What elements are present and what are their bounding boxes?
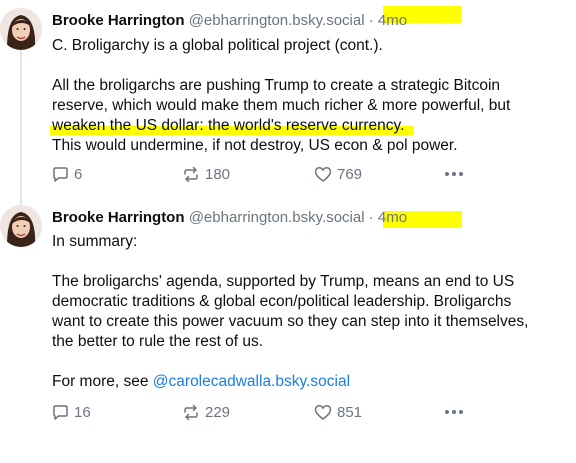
display-name[interactable]: Brooke Harrington [52, 12, 185, 29]
more-options-button[interactable] [444, 163, 464, 185]
more-dots-icon [445, 410, 463, 414]
text-line: reserve, which would make them much rich… [52, 97, 511, 114]
more-options-button[interactable] [444, 401, 464, 423]
repost-count: 180 [205, 165, 231, 183]
reply-count: 16 [74, 403, 91, 421]
repost-arrows-icon [184, 404, 198, 420]
text-line: democratic traditions & global econ/poli… [52, 293, 512, 310]
speech-bubble-icon [53, 404, 68, 420]
reply-count: 6 [74, 165, 83, 183]
mention-link[interactable]: @carolecadwalla.bsky.social [153, 373, 350, 390]
post-text: C. Broligarchy is a global political pro… [50, 36, 562, 156]
post-header: Brooke Harrington @ebharrington.bsky.soc… [52, 10, 562, 32]
like-count: 851 [337, 403, 363, 421]
text-line: This would undermine, if not destroy, US… [52, 137, 458, 154]
text-line: want to create this power vacuum so they… [52, 313, 529, 330]
text-line: the better to rule the rest of us. [52, 333, 264, 350]
separator: · [368, 12, 374, 29]
repost-button[interactable]: 180 [182, 163, 230, 185]
repost-count: 229 [205, 403, 231, 421]
thread-connector-line [20, 50, 22, 206]
reply-button[interactable]: 6 [52, 163, 82, 185]
like-button[interactable]: 851 [314, 401, 362, 423]
timestamp[interactable]: 4mo [378, 209, 407, 226]
post-header: Brooke Harrington @ebharrington.bsky.soc… [52, 207, 562, 229]
post-text: In summary: The broligarchs' agenda, sup… [52, 232, 562, 392]
heart-icon [314, 166, 332, 182]
repost-arrows-icon [184, 166, 198, 182]
like-count: 769 [337, 165, 363, 183]
like-button[interactable]: 769 [314, 163, 362, 185]
heart-icon [314, 404, 332, 420]
handle[interactable]: @ebharrington.bsky.social [189, 209, 365, 226]
repost-button[interactable]: 229 [182, 401, 230, 423]
timestamp[interactable]: 4mo [378, 12, 407, 29]
avatar[interactable] [0, 8, 42, 50]
handle[interactable]: @ebharrington.bsky.social [189, 12, 365, 29]
text-line: The broligarchs' agenda, supported by Tr… [52, 273, 515, 290]
speech-bubble-icon [53, 166, 68, 182]
text-line: C. Broligarchy is a global political pro… [52, 37, 383, 54]
avatar[interactable] [0, 205, 42, 247]
text-line: In summary: [52, 233, 138, 250]
text-line: For more, see @carolecadwalla.bsky.socia… [52, 373, 351, 390]
display-name[interactable]: Brooke Harrington [52, 209, 185, 226]
post-actions: 16 229 851 [52, 401, 562, 423]
more-dots-icon [445, 172, 463, 176]
reply-button[interactable]: 16 [52, 401, 91, 423]
post-actions: 6 180 769 [52, 163, 562, 185]
separator: · [368, 209, 374, 226]
text-line: All the broligarchs are pushing Trump to… [52, 77, 501, 94]
highlighted-text-line: weaken the US dollar: the world's reserv… [50, 116, 562, 136]
